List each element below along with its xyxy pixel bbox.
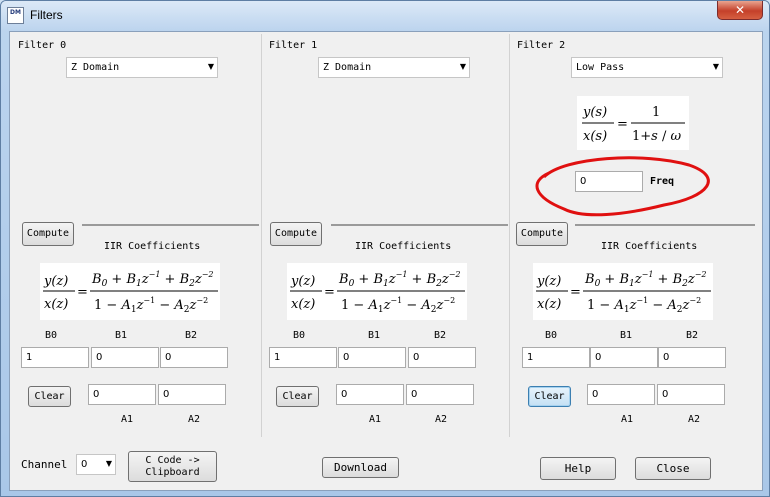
filter-2-panel: Filter 2 Low Pass ▼ y(s) x(s) = 1 1+s / ω … bbox=[511, 34, 761, 437]
svg-text:=: = bbox=[77, 285, 88, 300]
freq-input[interactable]: 0 bbox=[575, 171, 643, 192]
svg-text:x(z): x(z) bbox=[44, 297, 68, 312]
a1-label: A1 bbox=[121, 414, 134, 425]
iir-coefficients-label: IIR Coefficients bbox=[355, 241, 452, 252]
copy-c-code-button[interactable]: C Code -> Clipboard bbox=[128, 451, 217, 482]
svg-text:y(s): y(s) bbox=[582, 105, 607, 120]
filter-1-a2-input[interactable]: 0 bbox=[406, 384, 474, 405]
filters-window: DM Filters ✕ Filter 0 Z Domain ▼ Compute … bbox=[0, 0, 770, 497]
lowpass-transfer-function-formula: y(s) x(s) = 1 1+s / ω bbox=[577, 96, 689, 150]
filter-1-clear-button[interactable]: Clear bbox=[276, 386, 319, 407]
svg-text:1: 1 bbox=[652, 105, 660, 120]
close-button[interactable]: Close bbox=[635, 457, 711, 480]
title-bar[interactable]: DM Filters ✕ bbox=[1, 1, 769, 31]
b1-label: B1 bbox=[368, 330, 381, 341]
b0-label: B0 bbox=[293, 330, 306, 341]
filter-2-compute-button[interactable]: Compute bbox=[516, 222, 568, 246]
iir-coefficients-label: IIR Coefficients bbox=[601, 241, 698, 252]
filter-0-a1-input[interactable]: 0 bbox=[88, 384, 156, 405]
a1-label: A1 bbox=[369, 414, 382, 425]
filter-0-a2-input[interactable]: 0 bbox=[158, 384, 226, 405]
svg-text:y(z): y(z) bbox=[43, 274, 68, 289]
filter-2-type-select[interactable]: Low Pass ▼ bbox=[571, 57, 723, 78]
panel-title: Filter 1 bbox=[269, 40, 318, 51]
filter-1-b2-input[interactable]: 0 bbox=[408, 347, 476, 368]
b0-label: B0 bbox=[45, 330, 58, 341]
a2-label: A2 bbox=[688, 414, 701, 425]
filter-2-clear-button[interactable]: Clear bbox=[528, 386, 571, 407]
dialog-client-area: Filter 0 Z Domain ▼ Compute IIR Coefficie… bbox=[9, 31, 763, 491]
svg-text:B0 + B1z−1 + B2z−2: B0 + B1z−1 + B2z−2 bbox=[584, 270, 707, 289]
filter-0-type-select[interactable]: Z Domain ▼ bbox=[66, 57, 218, 78]
filter-0-compute-button[interactable]: Compute bbox=[22, 222, 74, 246]
b2-label: B2 bbox=[686, 330, 699, 341]
chevron-down-icon: ▼ bbox=[105, 459, 112, 468]
divider bbox=[331, 224, 508, 226]
filter-0-clear-button[interactable]: Clear bbox=[28, 386, 71, 407]
filter-1-type-select[interactable]: Z Domain ▼ bbox=[318, 57, 470, 78]
svg-text:=: = bbox=[570, 285, 581, 300]
b2-label: B2 bbox=[185, 330, 198, 341]
z-transfer-function-formula: y(z) x(z) = B0 + B1z−1 + B2z−2 1 − A1z−1 … bbox=[40, 263, 220, 320]
channel-select[interactable]: 0 ▼ bbox=[76, 454, 116, 475]
filter-0-b0-input[interactable]: 1 bbox=[21, 347, 89, 368]
download-button[interactable]: Download bbox=[322, 457, 399, 478]
z-transfer-function-formula: y(z) x(z) = B0 + B1z−1 + B2z−2 1 − A1z−1 … bbox=[533, 263, 713, 320]
svg-text:x(s): x(s) bbox=[583, 129, 607, 144]
svg-text:y(z): y(z) bbox=[536, 274, 561, 289]
svg-text:1+s / ω: 1+s / ω bbox=[632, 129, 682, 144]
z-transfer-function-formula: y(z) x(z) = B0 + B1z−1 + B2z−2 1 − A1z−1 … bbox=[287, 263, 467, 320]
b2-label: B2 bbox=[434, 330, 447, 341]
help-button[interactable]: Help bbox=[540, 457, 616, 480]
svg-text:=: = bbox=[324, 285, 335, 300]
svg-text:=: = bbox=[617, 117, 628, 132]
app-icon: DM bbox=[7, 7, 24, 24]
filter-1-panel: Filter 1 Z Domain ▼ Compute IIR Coefficie… bbox=[263, 34, 510, 437]
chevron-down-icon: ▼ bbox=[459, 62, 466, 71]
filter-2-b0-input[interactable]: 1 bbox=[522, 347, 590, 368]
chevron-down-icon: ▼ bbox=[712, 62, 719, 71]
svg-text:x(z): x(z) bbox=[537, 297, 561, 312]
b1-label: B1 bbox=[620, 330, 633, 341]
filter-1-compute-button[interactable]: Compute bbox=[270, 222, 322, 246]
filter-0-b2-input[interactable]: 0 bbox=[160, 347, 228, 368]
iir-coefficients-label: IIR Coefficients bbox=[104, 241, 201, 252]
filter-2-a1-input[interactable]: 0 bbox=[587, 384, 655, 405]
filter-0-b1-input[interactable]: 0 bbox=[91, 347, 159, 368]
window-title: Filters bbox=[30, 8, 63, 22]
svg-text:B0 + B1z−1 + B2z−2: B0 + B1z−1 + B2z−2 bbox=[91, 270, 214, 289]
window-close-button[interactable]: ✕ bbox=[717, 1, 763, 20]
a1-label: A1 bbox=[621, 414, 634, 425]
panel-title: Filter 0 bbox=[18, 40, 67, 51]
filter-2-b2-input[interactable]: 0 bbox=[658, 347, 726, 368]
filter-1-b0-input[interactable]: 1 bbox=[269, 347, 337, 368]
channel-label: Channel bbox=[21, 458, 68, 471]
svg-text:x(z): x(z) bbox=[291, 297, 315, 312]
b0-label: B0 bbox=[545, 330, 558, 341]
svg-text:y(z): y(z) bbox=[290, 274, 315, 289]
svg-text:1 − A1z−1 − A2z−2: 1 − A1z−1 − A2z−2 bbox=[341, 296, 455, 315]
svg-text:1 − A1z−1 − A2z−2: 1 − A1z−1 − A2z−2 bbox=[587, 296, 701, 315]
filter-2-a2-input[interactable]: 0 bbox=[657, 384, 725, 405]
filter-2-b1-input[interactable]: 0 bbox=[590, 347, 658, 368]
a2-label: A2 bbox=[435, 414, 448, 425]
divider bbox=[575, 224, 755, 226]
a2-label: A2 bbox=[188, 414, 201, 425]
chevron-down-icon: ▼ bbox=[207, 62, 214, 71]
filter-0-panel: Filter 0 Z Domain ▼ Compute IIR Coefficie… bbox=[12, 34, 262, 437]
filter-1-b1-input[interactable]: 0 bbox=[338, 347, 406, 368]
svg-text:1 − A1z−1 − A2z−2: 1 − A1z−1 − A2z−2 bbox=[94, 296, 208, 315]
panel-title: Filter 2 bbox=[517, 40, 566, 51]
freq-label: Freq bbox=[650, 176, 675, 187]
svg-text:B0 + B1z−1 + B2z−2: B0 + B1z−1 + B2z−2 bbox=[338, 270, 461, 289]
divider bbox=[82, 224, 259, 226]
b1-label: B1 bbox=[115, 330, 128, 341]
filter-1-a1-input[interactable]: 0 bbox=[336, 384, 404, 405]
